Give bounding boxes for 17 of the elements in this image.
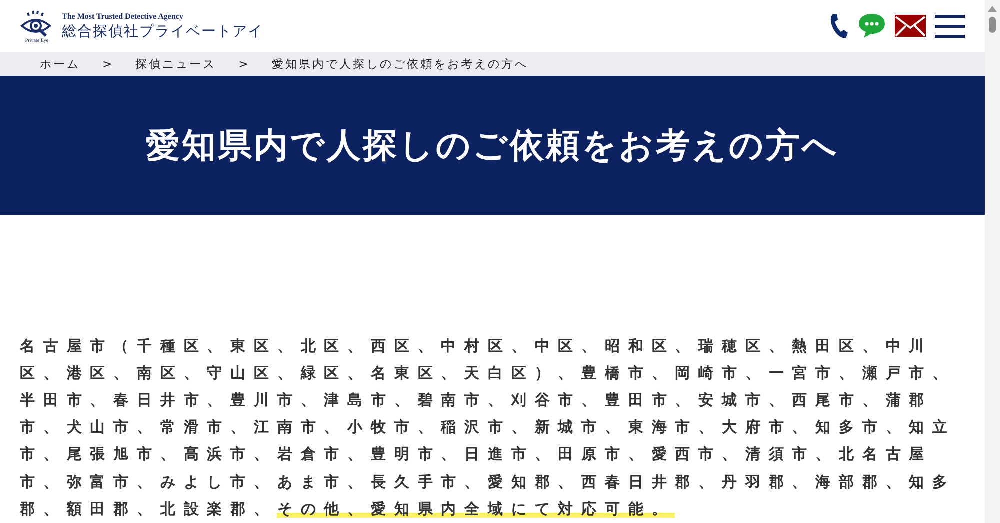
breadcrumb-current: 愛知県内で人探しのご依頼をお考えの方へ: [272, 56, 528, 72]
logo-tagline: The Most Trusted Detective Agency: [62, 12, 184, 21]
phone-icon[interactable]: [829, 13, 849, 40]
area-list-paragraph: 名古屋市（千種区、東区、北区、西区、中村区、中区、昭和区、瑞穂区、熱田区、中川区、港区、南区、守山区、緑区、名東区、天白区）、豊橋市、岡崎市、一宮市、瀬戸市、半田市、春日井市、豊川市、津島市、碧南市、刈谷市、豊田市、安城市、西尾市、蒲郡市、犬山市、常滑市、江南市、小牧市、稲沢市、新城市、東海市、大府市、知多市、知立市、尾張旭市、高浜市、岩倉市、豊明市、日進市、田原市、愛西市、清須市、北名古屋市、弥富市、みよし市、あま市、長久手市、愛知郡、西春日井郡、丹羽郡、海部郡、知多郡、額田郡、北設楽郡、その他、愛知県内全域にて対応可能。: [20, 336, 957, 520]
scrollbar[interactable]: [985, 0, 1000, 523]
scroll-up-icon[interactable]: [988, 6, 997, 12]
breadcrumb-separator: >: [102, 57, 114, 72]
mail-icon[interactable]: [895, 15, 926, 38]
menu-icon[interactable]: [935, 14, 965, 38]
breadcrumb-separator: >: [238, 57, 250, 72]
eye-logo-icon: [20, 8, 54, 39]
breadcrumb-link[interactable]: ホーム: [40, 56, 80, 72]
page-title: 愛知県内で人探しのご依頼をお考えの方へ: [146, 124, 839, 168]
chat-bubble-icon[interactable]: [858, 13, 886, 40]
scrollbar-thumb[interactable]: [989, 17, 996, 33]
breadcrumb-link[interactable]: 探偵ニュース: [136, 56, 217, 72]
logo-name[interactable]: 総合探偵社プライベートアイ: [62, 22, 264, 41]
